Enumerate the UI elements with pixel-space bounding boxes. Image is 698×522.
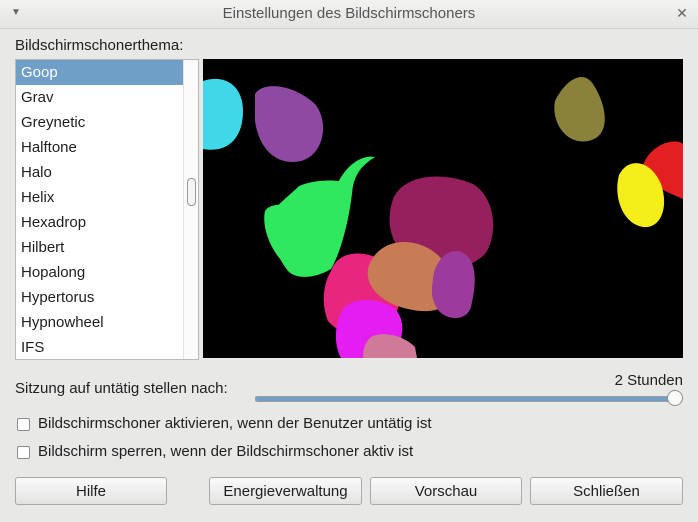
idle-value: 2 Stunden (614, 372, 683, 389)
idle-label: Sitzung auf untätig stellen nach: (15, 380, 228, 397)
power-management-button[interactable]: Energieverwaltung (209, 477, 362, 505)
theme-list-scrollbar[interactable] (183, 60, 198, 359)
title-bar: ▼ Einstellungen des Bildschirmschoners ✕ (0, 0, 698, 29)
screensaver-preview (203, 59, 683, 358)
theme-list-item[interactable]: Hypertorus (16, 285, 198, 310)
preview-button[interactable]: Vorschau (370, 477, 522, 505)
activate-checkbox[interactable] (17, 418, 30, 431)
lock-checkbox[interactable] (17, 446, 30, 459)
scrollbar-thumb[interactable] (187, 178, 196, 206)
theme-label: Bildschirmschonerthema: (15, 37, 184, 54)
idle-slider-handle[interactable] (667, 390, 683, 406)
window-title: Einstellungen des Bildschirmschoners (222, 5, 476, 22)
theme-list-item[interactable]: Hopalong (16, 260, 198, 285)
idle-slider-fill (256, 397, 676, 401)
help-button[interactable]: Hilfe (15, 477, 167, 505)
close-button[interactable]: Schließen (530, 477, 683, 505)
idle-slider[interactable] (255, 396, 677, 402)
window-close-icon[interactable]: ✕ (674, 5, 690, 21)
theme-list-item[interactable]: Hypnowheel (16, 310, 198, 335)
theme-list-item[interactable]: Greynetic (16, 110, 198, 135)
goop-preview-image (203, 76, 683, 358)
lock-checkbox-label[interactable]: Bildschirm sperren, wenn der Bildschirms… (38, 443, 413, 460)
theme-list-item[interactable]: Grav (16, 85, 198, 110)
theme-list-item[interactable]: Helix (16, 185, 198, 210)
theme-list-item[interactable]: Goop (16, 60, 198, 85)
theme-list-item[interactable]: Halftone (16, 135, 198, 160)
theme-list[interactable]: Goop Grav Greynetic Halftone Halo Helix Hexadr… (15, 59, 199, 360)
theme-list-item[interactable]: IFS (16, 335, 198, 359)
activate-checkbox-label[interactable]: Bildschirmschoner aktivieren, wenn der B… (38, 415, 432, 432)
theme-list-item[interactable]: Hexadrop (16, 210, 198, 235)
theme-list-item[interactable]: Hilbert (16, 235, 198, 260)
theme-list-item[interactable]: Halo (16, 160, 198, 185)
